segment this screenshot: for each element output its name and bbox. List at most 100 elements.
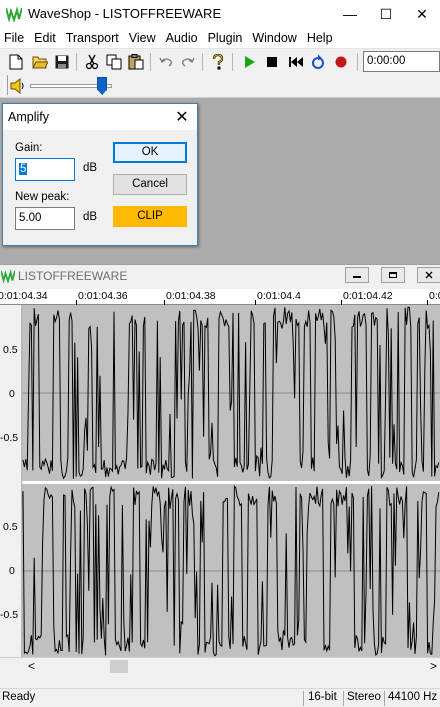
document-window: LISTOFFREEWARE 0:01:04.34 0:01:04.36 0:0… <box>0 264 440 688</box>
new-peak-label: New peak: <box>15 191 70 203</box>
menu-bar: File Edit Transport View Audio Plugin Wi… <box>0 28 440 48</box>
cut-button[interactable] <box>82 52 102 72</box>
gain-unit: dB <box>83 162 98 174</box>
status-separator <box>384 691 385 706</box>
close-icon <box>425 271 433 279</box>
new-button[interactable] <box>6 52 26 72</box>
save-button[interactable] <box>52 52 72 72</box>
status-text: Ready <box>2 691 36 703</box>
amp-tick-label: 0.5 <box>3 521 18 533</box>
open-button[interactable] <box>30 52 50 72</box>
redo-button[interactable] <box>178 52 198 72</box>
menu-help[interactable]: Help <box>302 28 338 48</box>
stop-button[interactable] <box>262 52 282 72</box>
menu-plugin[interactable]: Plugin <box>203 28 248 48</box>
time-ruler[interactable]: 0:01:04.34 0:01:04.36 0:01:04.38 0:01:04… <box>0 289 440 305</box>
clip-indicator-button[interactable]: CLIP <box>113 206 187 227</box>
waveform-view[interactable]: 0.5 0 -0.5 0.5 0 -0.5 <box>0 305 440 658</box>
new-peak-value: 5.00 <box>19 212 42 224</box>
stop-icon <box>267 57 277 67</box>
ruler-label: 0:01:04.42 <box>343 290 393 302</box>
toolbar-separator <box>150 53 151 71</box>
channel-2[interactable] <box>22 484 440 658</box>
scroll-left-arrow-icon[interactable]: < <box>28 659 35 673</box>
doc-minimize-button[interactable] <box>345 267 369 283</box>
menu-file[interactable]: File <box>0 28 29 48</box>
gain-input[interactable]: 5 <box>15 158 75 181</box>
toolbar-separator <box>76 53 77 71</box>
scroll-right-arrow-icon[interactable]: > <box>430 659 437 673</box>
loop-icon <box>312 54 324 69</box>
horizontal-scrollbar[interactable]: < > <box>0 657 440 674</box>
toolbar-grip <box>4 75 8 95</box>
cancel-button[interactable]: Cancel <box>113 174 187 195</box>
waveshop-logo-icon <box>6 6 22 22</box>
save-disk-icon <box>55 55 69 69</box>
amplitude-ruler <box>0 305 22 658</box>
status-separator <box>343 691 344 706</box>
rewind-button[interactable] <box>286 52 306 72</box>
menu-transport[interactable]: Transport <box>61 28 124 48</box>
status-channels: Stereo <box>347 691 381 703</box>
help-button[interactable] <box>208 52 228 72</box>
toolbar-separator <box>232 53 233 71</box>
minimize-button[interactable]: — <box>332 0 368 28</box>
maximize-icon: ☐ <box>379 5 393 22</box>
doc-close-button[interactable] <box>417 267 440 283</box>
channel-1[interactable] <box>22 305 440 481</box>
play-button[interactable] <box>240 52 260 72</box>
record-icon <box>335 56 347 68</box>
window-title: WaveShop - LISTOFFREEWARE <box>28 6 222 21</box>
dialog-close-button[interactable]: ✕ <box>169 106 195 128</box>
scrollbar-thumb[interactable] <box>110 660 128 673</box>
amp-tick-label: 0 <box>9 565 15 577</box>
time-position-field[interactable]: 0:00:00 <box>363 51 440 72</box>
record-button[interactable] <box>331 52 351 72</box>
menu-edit[interactable]: Edit <box>29 28 61 48</box>
dialog-title-bar: Amplify ✕ <box>3 104 197 130</box>
main-toolbar: 0:00:00 <box>0 48 440 74</box>
maximize-button[interactable]: ☐ <box>368 0 404 28</box>
undo-icon <box>159 57 172 67</box>
new-peak-unit: dB <box>83 211 98 223</box>
minimize-icon <box>353 276 361 278</box>
dialog-title: Amplify <box>8 110 49 124</box>
channel-divider <box>22 481 440 484</box>
loop-button[interactable] <box>308 52 328 72</box>
waveshop-logo-icon <box>1 269 15 283</box>
amplify-dialog: Amplify ✕ Gain: 5 dB New peak: 5.00 dB O… <box>2 103 198 246</box>
open-folder-icon <box>32 56 48 69</box>
undo-button[interactable] <box>156 52 176 72</box>
ruler-label: 0:01:04.34 <box>0 290 48 302</box>
redo-icon <box>182 57 195 67</box>
gain-value: 5 <box>19 163 28 175</box>
ruler-label: 0:01:04.38 <box>166 290 216 302</box>
ok-button[interactable]: OK <box>113 142 187 163</box>
copy-button[interactable] <box>104 52 124 72</box>
ruler-label: 0:01:04.4 <box>257 290 301 302</box>
time-position-value: 0:00:00 <box>367 55 406 67</box>
help-question-icon <box>212 54 224 70</box>
title-bar: WaveShop - LISTOFFREEWARE — ☐ ✕ <box>0 0 440 28</box>
menu-view[interactable]: View <box>124 28 161 48</box>
copy-icon <box>106 54 122 70</box>
document-title: LISTOFFREEWARE <box>18 269 128 283</box>
status-bit-depth: 16-bit <box>308 691 337 703</box>
paste-button[interactable] <box>126 52 146 72</box>
speaker-icon <box>10 78 24 94</box>
menu-audio[interactable]: Audio <box>161 28 203 48</box>
amp-tick-label: 0.5 <box>3 344 18 356</box>
amp-tick-label: 0 <box>9 388 15 400</box>
close-icon: ✕ <box>416 5 428 22</box>
new-peak-field[interactable]: 5.00 <box>15 207 75 230</box>
rewind-to-start-icon <box>289 57 303 67</box>
play-icon <box>245 56 255 68</box>
status-separator <box>303 691 304 706</box>
doc-restore-button[interactable] <box>381 267 405 283</box>
volume-slider-thumb[interactable] <box>97 77 108 95</box>
menu-window[interactable]: Window <box>247 28 301 48</box>
gain-label: Gain: <box>15 142 43 154</box>
volume-toolbar <box>0 74 440 98</box>
amp-tick-label: -0.5 <box>0 432 18 444</box>
close-button[interactable]: ✕ <box>404 0 440 28</box>
